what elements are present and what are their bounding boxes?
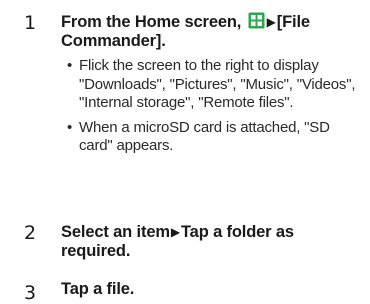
apps-grid-icon [248,12,265,29]
step-instruction: Tap a file. [61,280,135,298]
list-item: • Flick the screen to the right to displ… [67,57,362,113]
step-number: 2 [24,222,37,244]
bullet-icon: • [67,57,73,74]
list-item: • When a microSD card is attached, "SD c… [67,119,362,156]
bullet-list: • Flick the screen to the right to displ… [67,57,362,162]
step-instruction: From the Home screen, ▶[File Commander]. [61,12,361,51]
step-number: 1 [24,12,37,34]
arrow-right-icon: ▶ [170,225,180,239]
bullet-text: When a microSD card is attached, "SD car… [79,118,330,155]
instruction-text: Select an item [61,223,170,241]
arrow-right-icon: ▶ [266,15,276,29]
instruction-text: From the Home screen, [61,13,246,31]
bullet-text: Flick the screen to the right to display… [79,57,356,111]
step-number: 3 [24,282,37,304]
bullet-icon: • [67,118,73,136]
step-instruction: Select an item▶Tap a folder as required. [61,223,361,261]
